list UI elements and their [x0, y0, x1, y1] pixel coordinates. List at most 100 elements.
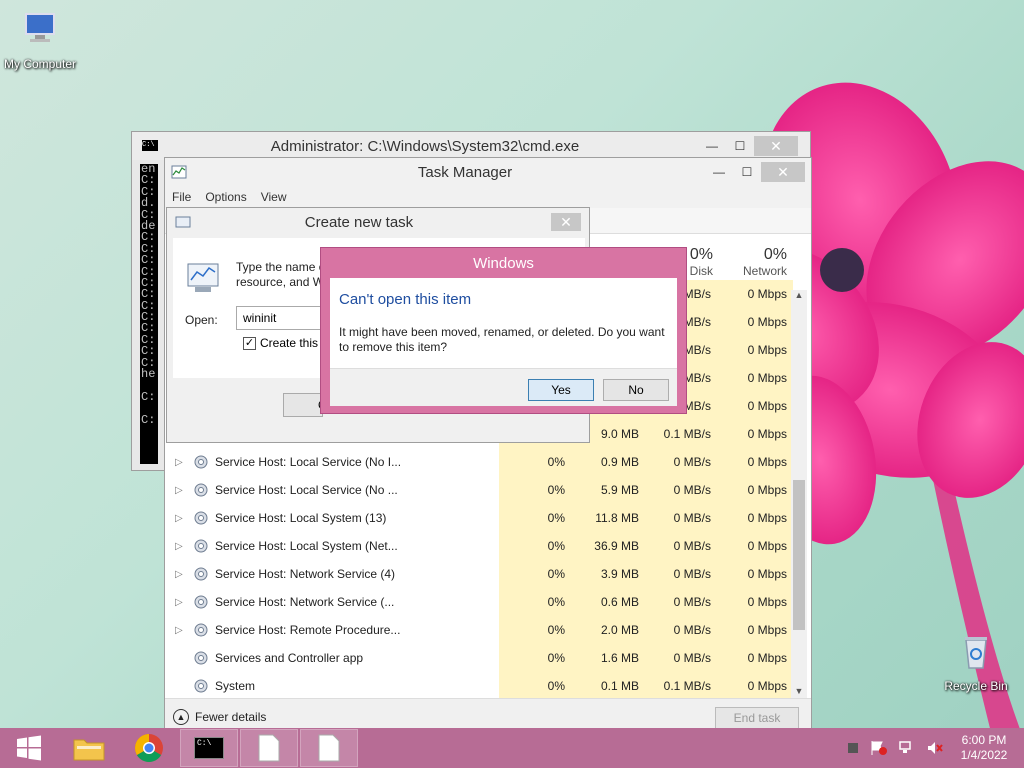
- scroll-up-icon[interactable]: ▲: [791, 290, 807, 304]
- fewer-details-label: Fewer details: [195, 710, 267, 724]
- memory-cell: 0.6 MB: [571, 588, 645, 616]
- table-row[interactable]: ▷ Service Host: Network Service (... 0% 0.6…: [165, 588, 793, 616]
- cnt-description-line2: resource, and W: [236, 275, 325, 289]
- taskbar-cmd[interactable]: C:\: [180, 729, 238, 767]
- desktop-icon-recycle-bin[interactable]: Recycle Bin: [936, 632, 1016, 693]
- no-button[interactable]: No: [603, 379, 669, 401]
- network-cell: 0 Mbps: [717, 588, 793, 616]
- cmd-console[interactable]: en C: C: d. C: de C: C: C: C: C: C: C: C: C: C: C: C: he C:…: [140, 163, 158, 464]
- yes-button[interactable]: Yes: [528, 379, 594, 401]
- console-line: C:: [141, 389, 156, 404]
- taskbar-document-2[interactable]: [300, 729, 358, 767]
- expand-chevron-icon[interactable]: ▷: [175, 541, 183, 552]
- gear-icon: [194, 483, 208, 497]
- process-name: Service Host: Local Service (No ...: [215, 483, 398, 497]
- network-icon[interactable]: [898, 740, 916, 756]
- memory-cell: 5.9 MB: [571, 476, 645, 504]
- error-message: It might have been moved, renamed, or de…: [339, 325, 665, 354]
- table-row[interactable]: ▷ Service Host: Local System (13) 0% 11.8 M…: [165, 504, 793, 532]
- cmd-maximize-button[interactable]: ☐: [726, 136, 754, 156]
- cnt-close-button[interactable]: ✕: [551, 213, 581, 231]
- process-name: Service Host: Network Service (...: [215, 595, 395, 609]
- menu-options[interactable]: Options: [205, 190, 246, 204]
- cmd-minimize-button[interactable]: —: [698, 136, 726, 156]
- network-cell: 0 Mbps: [717, 644, 793, 672]
- table-row[interactable]: ▷ Service Host: Local System (Net... 0% 36.…: [165, 532, 793, 560]
- process-name: Service Host: Local System (Net...: [215, 539, 398, 553]
- tm-title: Task Manager: [417, 163, 513, 181]
- taskbar: C:\ 6:00 PM 1/4/2022: [0, 728, 1024, 768]
- gear-icon: [194, 567, 208, 581]
- disk-cell: 0 MB/s: [645, 560, 717, 588]
- table-row[interactable]: Services and Controller app 0% 1.6 MB 0 MB/…: [165, 644, 793, 672]
- gear-icon: [194, 511, 208, 525]
- tray-app-icon[interactable]: [846, 741, 860, 755]
- scrollbar-thumb[interactable]: [793, 480, 805, 630]
- tm-titlebar[interactable]: Task Manager — ☐ ✕: [165, 158, 811, 186]
- tm-close-button[interactable]: ✕: [761, 162, 805, 182]
- menu-view[interactable]: View: [261, 190, 287, 204]
- cpu-cell: 0%: [499, 532, 571, 560]
- tm-minimize-button[interactable]: —: [705, 162, 733, 182]
- table-row[interactable]: System 0% 0.1 MB 0.1 MB/s 0 Mbps: [165, 672, 793, 700]
- gear-icon: [194, 539, 208, 553]
- fewer-details-button[interactable]: ▲ Fewer details: [173, 709, 266, 725]
- network-cell: 0 Mbps: [717, 476, 793, 504]
- table-row[interactable]: ▷ Service Host: Local Service (No ... 0% 5.…: [165, 476, 793, 504]
- desktop-icon-my-computer[interactable]: My Computer: [0, 10, 80, 71]
- disk-cell: 0.1 MB/s: [645, 420, 717, 448]
- chrome-icon: [135, 734, 163, 762]
- action-center-flag-icon[interactable]: [870, 740, 888, 756]
- disk-cell: 0 MB/s: [645, 504, 717, 532]
- network-cell: 0 Mbps: [717, 532, 793, 560]
- start-button[interactable]: [0, 729, 58, 767]
- network-cell: 0 Mbps: [717, 308, 793, 336]
- disk-cell: 0 MB/s: [645, 644, 717, 672]
- ok-button[interactable]: O: [283, 393, 323, 417]
- process-list-scrollbar[interactable]: ▲ ▼: [791, 290, 807, 700]
- network-percent: 0%: [763, 246, 787, 263]
- table-row[interactable]: ▷ Service Host: Network Service (4) 0% 3.9 …: [165, 560, 793, 588]
- expand-chevron-icon[interactable]: ▷: [175, 597, 183, 608]
- document-icon: [258, 734, 280, 762]
- cpu-cell: 0%: [499, 476, 571, 504]
- task-manager-icon: [171, 165, 187, 179]
- network-label: Network: [742, 264, 787, 278]
- table-row[interactable]: ▷ Service Host: Remote Procedure... 0% 2.0 …: [165, 616, 793, 644]
- expand-chevron-icon[interactable]: ▷: [175, 457, 183, 468]
- clock[interactable]: 6:00 PM 1/4/2022: [954, 733, 1014, 763]
- cnt-titlebar[interactable]: Create new task ✕: [167, 208, 589, 236]
- error-button-bar: Yes No: [330, 368, 677, 406]
- disk-cell: 0 MB/s: [645, 616, 717, 644]
- memory-cell: 11.8 MB: [571, 504, 645, 532]
- app-window-icon: [194, 679, 208, 693]
- expand-chevron-icon[interactable]: ▷: [175, 513, 183, 524]
- cmd-titlebar[interactable]: C:\ Administrator: C:\Windows\System32\c…: [132, 132, 810, 160]
- desktop-icon-label: My Computer: [3, 57, 77, 71]
- clock-date: 1/4/2022: [960, 748, 1008, 762]
- cnt-description: Type the name o resource, and W: [236, 260, 326, 290]
- column-header-network[interactable]: 0% Network: [717, 246, 787, 278]
- end-task-button[interactable]: End task: [715, 707, 799, 729]
- memory-cell: 0.1 MB: [571, 672, 645, 700]
- cpu-cell: 0%: [499, 588, 571, 616]
- volume-muted-icon[interactable]: [926, 740, 944, 756]
- checkmark-icon: ✓: [243, 336, 256, 350]
- error-titlebar[interactable]: Windows: [321, 248, 686, 278]
- taskbar-document-1[interactable]: [240, 729, 298, 767]
- gear-icon: [194, 455, 208, 469]
- expand-chevron-icon[interactable]: ▷: [175, 485, 183, 496]
- table-row[interactable]: ▷ Service Host: Local Service (No I... 0% 0…: [165, 448, 793, 476]
- expand-chevron-icon[interactable]: ▷: [175, 625, 183, 636]
- checkbox-label: Create this t: [260, 336, 325, 350]
- menu-file[interactable]: File: [172, 190, 191, 204]
- taskbar-file-explorer[interactable]: [60, 729, 118, 767]
- error-dialog: Windows Can't open this item It might ha…: [320, 247, 687, 414]
- cmd-close-button[interactable]: ✕: [754, 136, 798, 156]
- network-cell: 0 Mbps: [717, 364, 793, 392]
- cpu-cell: 0%: [499, 448, 571, 476]
- process-name: Service Host: Network Service (4): [215, 567, 396, 581]
- tm-maximize-button[interactable]: ☐: [733, 162, 761, 182]
- expand-chevron-icon[interactable]: ▷: [175, 569, 183, 580]
- taskbar-chrome[interactable]: [120, 729, 178, 767]
